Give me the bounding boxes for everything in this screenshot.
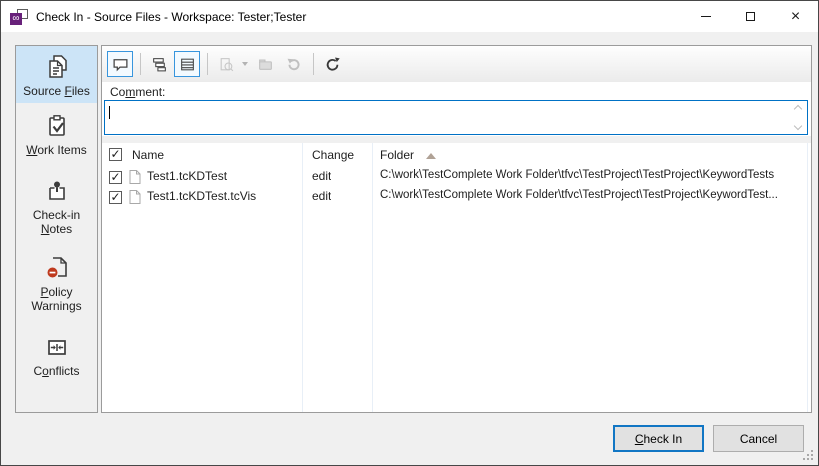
dropdown-caret-icon — [242, 62, 248, 66]
toolbar — [102, 46, 811, 82]
file-name: Test1.tcKDTest — [147, 169, 227, 183]
pending-changes-list: ✓ Name Change Folder ✓ Test1.tcKDTest ed… — [102, 143, 811, 412]
change-type: edit — [312, 189, 331, 203]
checkbox-check-icon: ✓ — [109, 148, 122, 161]
sidebar-item-check-in-notes[interactable]: Check-in Notes — [16, 170, 97, 241]
refresh-icon — [324, 56, 341, 73]
shelve-button — [252, 51, 278, 77]
comment-label: Comment: — [110, 85, 165, 99]
visual-studio-app-icon: ∞ — [10, 9, 28, 25]
policy-warnings-icon — [42, 253, 72, 283]
row-checkbox[interactable]: ✓ — [109, 190, 122, 204]
window-controls: × — [683, 1, 818, 32]
toolbar-separator — [140, 53, 141, 75]
compare-icon — [218, 56, 235, 73]
file-icon — [129, 190, 141, 204]
sidebar: Source Files Work Items Check-in Notes — [15, 45, 98, 413]
toolbar-separator — [313, 53, 314, 75]
panel-separator — [102, 136, 811, 143]
compare-button — [213, 51, 239, 77]
minimize-icon — [701, 16, 711, 17]
source-files-icon — [42, 52, 72, 82]
check-in-notes-icon — [42, 176, 72, 206]
toolbar-separator — [207, 53, 208, 75]
folder-path: C:\work\TestComplete Work Folder\tfvc\Te… — [380, 189, 805, 201]
chevron-down-icon[interactable] — [794, 122, 802, 130]
sidebar-item-work-items[interactable]: Work Items — [16, 105, 97, 162]
work-items-icon — [42, 111, 72, 141]
flat-list-view-icon — [179, 56, 196, 73]
table-row[interactable]: ✓ Test1.tcKDTest edit C:\work\TestComple… — [102, 167, 811, 187]
checkbox-check-icon: ✓ — [109, 171, 122, 184]
change-type: edit — [312, 169, 331, 183]
main-panel: Comment: ✓ Name Change Folder ✓ — [101, 45, 812, 413]
titlebar: ∞ Check In - Source Files - Workspace: T… — [1, 1, 818, 32]
undo-icon — [285, 56, 302, 73]
column-header-name[interactable]: Name — [132, 148, 164, 162]
minimize-button[interactable] — [683, 1, 728, 32]
sidebar-item-policy-warnings[interactable]: Policy Warnings — [16, 247, 97, 318]
sidebar-item-conflicts[interactable]: Conflicts — [16, 326, 97, 383]
infinity-glyph: ∞ — [10, 13, 22, 25]
maximize-button[interactable] — [728, 1, 773, 32]
chevron-up-icon[interactable] — [794, 105, 802, 113]
comment-scrollbar[interactable] — [791, 103, 805, 132]
check-in-button[interactable]: Check In — [613, 425, 704, 452]
flat-list-view-button[interactable] — [174, 51, 200, 77]
cancel-button[interactable]: Cancel — [713, 425, 804, 452]
column-header-change[interactable]: Change — [312, 148, 354, 162]
undo-button — [280, 51, 306, 77]
comment-icon — [112, 56, 129, 73]
tree-view-button[interactable] — [146, 51, 172, 77]
maximize-icon — [746, 12, 755, 21]
comment-input[interactable] — [104, 100, 808, 135]
select-all-checkbox[interactable]: ✓ — [109, 147, 122, 161]
close-button[interactable]: × — [773, 1, 818, 32]
refresh-button[interactable] — [319, 51, 345, 77]
shelve-icon — [257, 56, 274, 73]
folder-path: C:\work\TestComplete Work Folder\tfvc\Te… — [380, 169, 805, 181]
sidebar-item-source-files[interactable]: Source Files — [16, 46, 97, 103]
table-row[interactable]: ✓ Test1.tcKDTest.tcVis edit C:\work\Test… — [102, 187, 811, 207]
column-header-folder[interactable]: Folder — [380, 148, 436, 162]
window-title: Check In - Source Files - Workspace: Tes… — [36, 10, 306, 24]
sort-ascending-icon — [426, 153, 436, 159]
text-caret — [109, 106, 110, 119]
tree-view-icon — [151, 56, 168, 73]
checkbox-check-icon: ✓ — [109, 191, 122, 204]
close-icon: × — [791, 9, 800, 25]
check-in-dialog: ∞ Check In - Source Files - Workspace: T… — [0, 0, 819, 466]
file-icon — [129, 170, 141, 184]
show-comment-toggle-button[interactable] — [107, 51, 133, 77]
conflicts-icon — [42, 332, 72, 362]
row-checkbox[interactable]: ✓ — [109, 170, 122, 184]
resize-grip[interactable] — [802, 449, 814, 461]
file-name: Test1.tcKDTest.tcVis — [147, 189, 256, 203]
